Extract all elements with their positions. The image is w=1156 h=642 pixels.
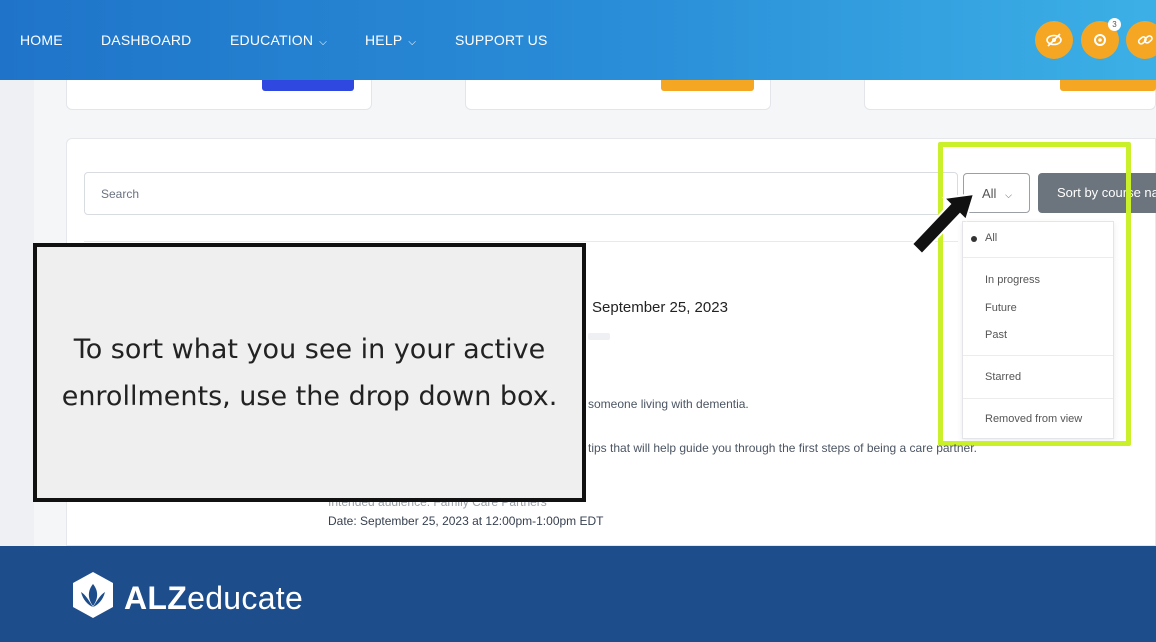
gear-glyph	[1094, 34, 1106, 46]
nav-education[interactable]: EDUCATION ⌵	[230, 32, 327, 48]
course-description: tips that will help guide you through th…	[588, 441, 977, 455]
summary-card-button[interactable]	[1060, 80, 1156, 91]
notification-badge: 3	[1108, 18, 1121, 31]
search-input[interactable]: Search	[84, 172, 958, 215]
top-navigation-bar: HOME DASHBOARD EDUCATION ⌵ HELP ⌵ SUPPORT …	[0, 0, 1156, 80]
nav-help[interactable]: HELP ⌵	[365, 32, 416, 48]
summary-card-button[interactable]	[262, 80, 354, 91]
brand-bold: ALZ	[124, 580, 188, 616]
alz-logo-icon	[73, 572, 113, 618]
nav-support-us[interactable]: SUPPORT US	[455, 32, 548, 48]
chevron-down-icon: ⌵	[408, 37, 417, 48]
instruction-callout: To sort what you see in your active enro…	[33, 243, 586, 502]
arrow-pointer-icon	[910, 192, 976, 256]
course-date-line: Date: September 25, 2023 at 12:00pm-1:00…	[328, 514, 604, 528]
divider	[84, 241, 958, 242]
eye-slash-icon[interactable]	[1035, 21, 1073, 59]
nav-help-label: HELP	[365, 32, 403, 48]
summary-card-button[interactable]	[661, 80, 754, 91]
gear-bell-icon[interactable]: 3	[1081, 18, 1121, 59]
nav-education-label: EDUCATION	[230, 32, 314, 48]
course-tag	[588, 333, 610, 340]
nav-dashboard[interactable]: DASHBOARD	[101, 32, 191, 48]
course-date-heading: September 25, 2023	[592, 299, 728, 316]
course-description: someone living with dementia.	[588, 397, 749, 411]
link-glyph	[1137, 35, 1153, 45]
eye-slash-glyph	[1046, 33, 1062, 47]
chevron-down-icon: ⌵	[319, 37, 327, 48]
link-icon[interactable]	[1126, 21, 1156, 59]
callout-text: To sort what you see in your active enro…	[61, 333, 558, 412]
brand-logo-text: ALZeducate	[124, 580, 303, 617]
brand-light: educate	[187, 580, 304, 616]
nav-home[interactable]: HOME	[20, 32, 63, 48]
